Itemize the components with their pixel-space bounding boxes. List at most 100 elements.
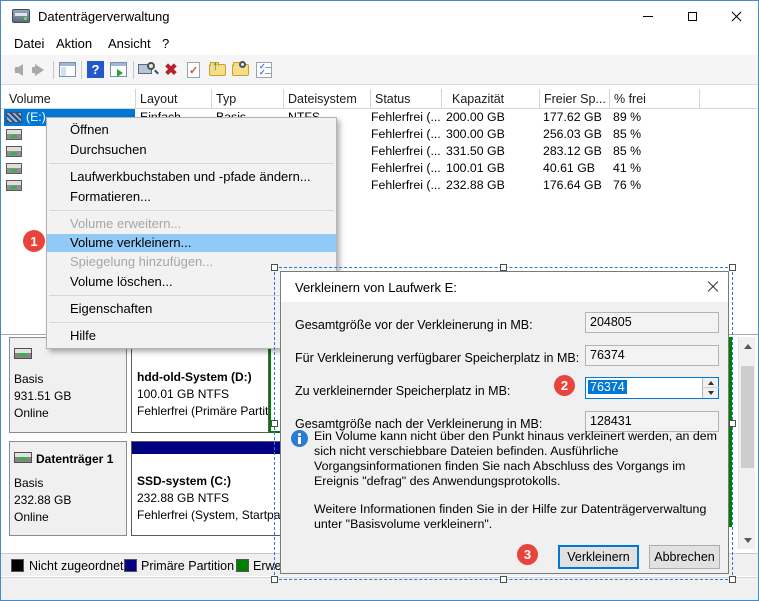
shrink-amount-input[interactable]: 76374 [585,377,719,399]
disk-management-window: Datenträgerverwaltung Datei Aktion Ansic… [0,0,759,601]
disk0-status: Online [14,406,49,420]
cell-prozent: 85 % [613,144,642,158]
legend-unallocated: Nicht zugeordnet [29,559,124,573]
volume-list-view-icon[interactable] [58,60,78,80]
title-bar: Datenträgerverwaltung [1,1,758,31]
menu-item-oeffnen[interactable]: Öffnen [47,120,336,140]
disk-icon [14,452,32,463]
selection-handle[interactable] [500,576,507,583]
cell-prozent: 89 % [613,110,642,124]
cancel-button[interactable]: Abbrechen [649,545,720,569]
step-badge-2: 2 [554,375,575,396]
cell-freier: 40.61 GB [543,161,595,175]
maximize-button[interactable] [670,1,714,31]
volume-icon [6,112,22,123]
spinner-down-icon[interactable] [703,388,719,398]
field-label-available: Für Verkleinerung verfügbarer Speicherpl… [295,351,580,365]
cell-status: Fehlerfrei (... [371,110,441,124]
field-label-shrink-amount: Zu verkleinernder Speicherplatz in MB: [295,384,511,398]
info-icon [291,430,308,447]
menu-item-durchsuchen[interactable]: Durchsuchen [47,140,336,160]
menu-bar: Datei Aktion Ansicht ? [1,31,758,55]
col-kapazitaet[interactable]: Kapazität [452,92,504,106]
spinner-up-icon[interactable] [703,378,719,388]
scroll-down-icon[interactable] [739,532,756,549]
disk0-type: Basis [14,372,44,386]
help-icon[interactable]: ? [86,60,106,80]
scroll-up-icon[interactable] [739,337,756,354]
scrollbar-thumb[interactable] [741,366,754,468]
minimize-icon [643,15,653,17]
dialog-help-text: Weitere Informationen finden Sie in der … [314,502,707,531]
menu-aktion[interactable]: Aktion [56,36,92,51]
close-button[interactable] [714,1,758,31]
col-status[interactable]: Status [375,92,410,106]
selection-handle[interactable] [500,264,507,271]
col-freier[interactable]: Freier Sp... [544,92,606,106]
col-volume[interactable]: Volume [9,92,51,106]
shrink-volume-dialog: Verkleinern von Laufwerk E: Gesamtgröße … [280,271,729,574]
partition-d-size: 100.01 GB NTFS [137,387,230,401]
disk-icon [14,348,32,359]
disk0-info-box[interactable]: Basis 931.51 GB Online [9,337,127,433]
selection-handle[interactable] [271,576,278,583]
selection-handle[interactable] [729,264,736,271]
cell-freier: 177.62 GB [543,110,602,124]
partition-d-title: hdd-old-System (D:) [137,370,252,384]
vertical-scrollbar[interactable] [738,337,755,549]
volume-icon [6,129,22,140]
disk1-info-box[interactable]: Datenträger 1 Basis 232.88 GB Online [9,441,127,536]
back-arrow-icon[interactable] [6,60,26,80]
forward-arrow-icon[interactable] [29,60,49,80]
field-available: 76374 [585,345,719,366]
col-dateisystem[interactable]: Dateisystem [288,92,357,106]
cell-prozent: 76 % [613,178,642,192]
menu-item-laufwerkbuchstaben[interactable]: Laufwerkbuchstaben und -pfade ändern... [47,167,336,187]
col-typ[interactable]: Typ [216,92,236,106]
graphical-view-icon[interactable] [109,60,129,80]
menu-item-volume-verkleinern[interactable]: Volume verkleinern... [47,234,336,252]
volume-icon [6,180,22,191]
col-layout[interactable]: Layout [140,92,178,106]
cell-freier: 176.64 GB [543,178,602,192]
checklist-icon[interactable]: ✓ ✓ [254,60,274,80]
spinner [702,378,719,398]
cell-status: Fehlerfrei (... [371,127,441,141]
menu-datei[interactable]: Datei [14,36,44,51]
toolbar-separator [81,61,82,79]
minimize-button[interactable] [626,1,670,31]
menu-separator [49,163,334,164]
folder-up-icon[interactable]: ↑ [208,58,228,80]
shrink-button[interactable]: Verkleinern [558,545,639,569]
extended-partition-swatch [236,559,249,572]
menu-help[interactable]: ? [162,36,169,51]
menu-ansicht[interactable]: Ansicht [108,36,151,51]
unallocated-swatch [11,559,24,572]
selection-handle[interactable] [729,576,736,583]
toolbar-separator [53,61,54,79]
toolbar: ? ✖ ✓ ↑ ✓ ✓ [1,55,758,85]
selection-handle[interactable] [729,420,736,427]
task-check-icon[interactable]: ✓ [184,60,204,80]
delete-x-icon[interactable]: ✖ [161,60,181,80]
close-icon [731,11,742,22]
selection-handle[interactable] [271,264,278,271]
folder-search-icon[interactable] [231,60,251,80]
cell-volume: (E:) [26,110,46,124]
computer-search-icon[interactable] [138,60,159,80]
cell-status: Fehlerfrei (... [371,144,441,158]
shrink-amount-value: 76374 [588,380,627,394]
dialog-close-icon[interactable] [706,280,720,294]
disk1-name: Datenträger 1 [36,452,114,466]
menu-item-formatieren[interactable]: Formatieren... [47,187,336,207]
maximize-icon [687,11,697,21]
partition-c-status: Fehlerfrei (System, Startpa [137,508,281,522]
dialog-title: Verkleinern von Laufwerk E: [295,280,457,295]
step-badge-3: 3 [517,544,538,565]
selection-handle[interactable] [271,420,278,427]
disk1-size: 232.88 GB [14,493,72,507]
partition-d-status: Fehlerfrei (Primäre Partit [137,404,269,418]
partition-d[interactable]: hdd-old-System (D:) 100.01 GB NTFS Fehle… [131,337,269,433]
primary-partition-swatch [124,559,137,572]
col-prozent-frei[interactable]: % frei [614,92,646,106]
